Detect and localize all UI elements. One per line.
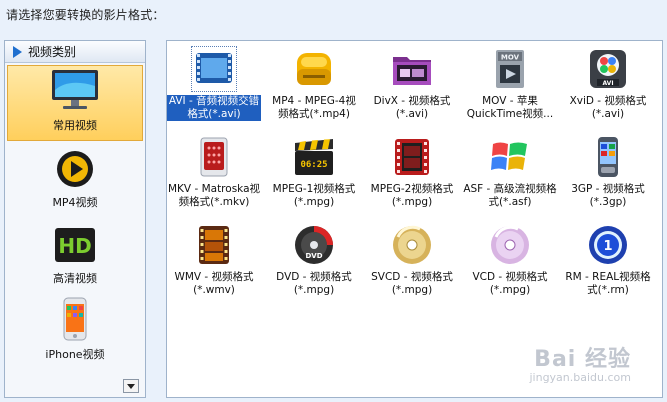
format-mkv[interactable]: MKV - Matroska视频格式(*.mkv) bbox=[167, 135, 261, 209]
watermark: Bai 经验 jingyan.baidu.com bbox=[529, 341, 631, 384]
format-divx[interactable]: DivX - 视频格式(*.avi) bbox=[365, 47, 459, 121]
format-label: VCD - 视频格式(*.mpg) bbox=[472, 271, 548, 296]
hd-icon: HD bbox=[55, 228, 95, 262]
format-prompt: 请选择您要转换的影片格式： bbox=[6, 8, 165, 22]
format-mpeg1[interactable]: 06:25 MPEG-1视频格式(*.mpg) bbox=[267, 135, 361, 209]
svcd-disc-icon bbox=[393, 225, 431, 264]
format-mov[interactable]: MOV MOV - 苹果QuickTime视频... bbox=[463, 47, 557, 121]
format-label: SVCD - 视频格式(*.mpg) bbox=[371, 271, 453, 296]
category-common-video[interactable]: 常用视频 bbox=[7, 65, 143, 141]
expand-triangle-icon bbox=[13, 45, 22, 58]
category-label: 高清视频 bbox=[53, 272, 97, 285]
realmedia-icon: 1 bbox=[589, 226, 627, 264]
format-avi[interactable]: AVI - 音频视频交错格式(*.avi) bbox=[167, 46, 261, 121]
category-label: MP4视频 bbox=[52, 196, 98, 209]
format-label: MOV - 苹果QuickTime视频... bbox=[466, 95, 554, 120]
category-header-label: 视频类别 bbox=[28, 45, 77, 59]
format-3gp[interactable]: 3GP - 视频格式(*.3gp) bbox=[561, 135, 655, 209]
format-svcd[interactable]: SVCD - 视频格式(*.mpg) bbox=[365, 223, 459, 297]
format-dvd[interactable]: DVD DVD - 视频格式(*.mpg) bbox=[267, 223, 361, 297]
svg-text:AVI: AVI bbox=[602, 80, 613, 87]
format-label: MKV - Matroska视频格式(*.mkv) bbox=[167, 183, 260, 208]
format-mpeg2[interactable]: MPEG-2视频格式(*.mpg) bbox=[365, 135, 459, 209]
xvid-icon: AVI bbox=[590, 50, 626, 88]
category-hd-video[interactable]: HD 高清视频 bbox=[5, 217, 145, 293]
svg-text:DVD: DVD bbox=[305, 252, 322, 260]
format-label: ASF - 高级流视频格式(*.asf) bbox=[463, 183, 557, 208]
svg-text:MOV: MOV bbox=[501, 54, 520, 62]
mkv-icon bbox=[200, 137, 228, 177]
format-mp4[interactable]: MP4 - MPEG-4视频格式(*.mp4) bbox=[267, 47, 361, 121]
phone-icon bbox=[598, 137, 618, 177]
format-wmv[interactable]: WMV - 视频格式(*.wmv) bbox=[167, 223, 261, 297]
format-vcd[interactable]: VCD - 视频格式(*.mpg) bbox=[463, 223, 557, 297]
format-label: 3GP - 视频格式(*.3gp) bbox=[571, 183, 645, 208]
iphone-icon bbox=[63, 297, 87, 341]
format-label: XviD - 视频格式(*.avi) bbox=[569, 95, 647, 120]
svg-text:1: 1 bbox=[603, 239, 612, 254]
watermark-domain: jingyan.baidu.com bbox=[529, 371, 631, 384]
dvd-disc-icon: DVD bbox=[295, 226, 333, 264]
divx-folder-icon bbox=[393, 57, 431, 85]
clapperboard-icon: 06:25 bbox=[295, 139, 333, 175]
mp4-player-icon bbox=[57, 151, 93, 187]
sidebar-scroll-down-button[interactable] bbox=[123, 379, 139, 393]
mp4-drive-icon bbox=[297, 53, 331, 85]
format-label: WMV - 视频格式(*.wmv) bbox=[174, 271, 254, 296]
category-iphone-video[interactable]: iPhone视频 bbox=[5, 293, 145, 369]
format-label: DVD - 视频格式(*.mpg) bbox=[276, 271, 352, 296]
clock-display: 06:25 bbox=[300, 160, 327, 170]
format-label: MPEG-1视频格式(*.mpg) bbox=[272, 183, 356, 208]
chevron-down-icon bbox=[127, 383, 135, 389]
film-reel-icon bbox=[191, 46, 237, 92]
monitor-icon bbox=[52, 70, 98, 109]
format-label: AVI - 音频视频交错格式(*.avi) bbox=[167, 95, 261, 121]
category-mp4-video[interactable]: MP4视频 bbox=[5, 141, 145, 217]
format-xvid[interactable]: AVI XviD - 视频格式(*.avi) bbox=[561, 47, 655, 121]
svg-text:HD: HD bbox=[58, 234, 91, 258]
mov-icon: MOV bbox=[496, 50, 524, 88]
wmv-film-icon bbox=[199, 226, 229, 264]
windows-logo-icon bbox=[491, 142, 527, 170]
category-label: iPhone视频 bbox=[45, 348, 105, 361]
format-label: MP4 - MPEG-4视频格式(*.mp4) bbox=[272, 95, 356, 120]
watermark-brand: Bai 经验 bbox=[534, 347, 631, 372]
format-rm[interactable]: 1 RM - REAL视频格式(*.rm) bbox=[561, 223, 655, 297]
vcd-disc-icon bbox=[491, 225, 529, 264]
mpeg2-film-icon bbox=[395, 139, 429, 175]
category-sidebar: 视频类别 常用视频 MP4视频 HD 高清视频 iPhone视频 bbox=[4, 40, 146, 398]
category-label: 常用视频 bbox=[53, 119, 97, 132]
format-label: DivX - 视频格式(*.avi) bbox=[373, 95, 451, 120]
format-label: MPEG-2视频格式(*.mpg) bbox=[370, 183, 454, 208]
category-header[interactable]: 视频类别 bbox=[5, 41, 145, 63]
format-asf[interactable]: ASF - 高级流视频格式(*.asf) bbox=[463, 135, 557, 209]
format-label: RM - REAL视频格式(*.rm) bbox=[565, 271, 651, 296]
